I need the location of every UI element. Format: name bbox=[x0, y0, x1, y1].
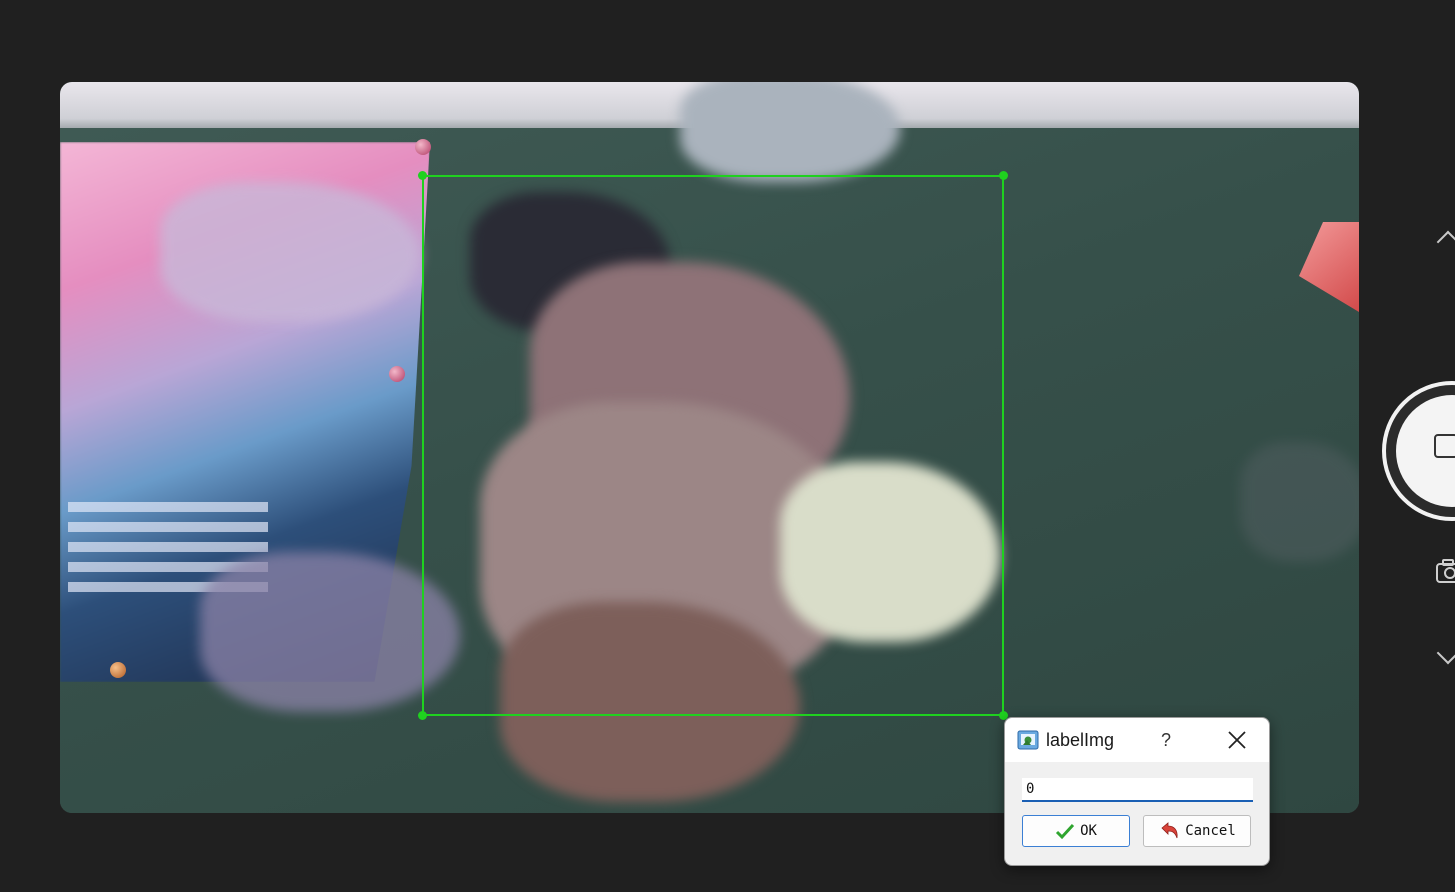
app-window: labelImg ? OK Cancel bbox=[0, 0, 1455, 892]
chevron-down-icon[interactable] bbox=[1436, 641, 1455, 665]
dialog-title: labelImg bbox=[1046, 730, 1115, 750]
dialog-titlebar: labelImg ? bbox=[1005, 718, 1269, 762]
label-input[interactable] bbox=[1022, 778, 1253, 802]
ok-button[interactable]: OK bbox=[1022, 815, 1130, 847]
cancel-button[interactable]: Cancel bbox=[1143, 815, 1251, 847]
bbox-handle-top-right[interactable] bbox=[999, 171, 1008, 180]
pin bbox=[110, 662, 126, 678]
undo-arrow-icon bbox=[1161, 822, 1178, 839]
blur-blob bbox=[200, 552, 460, 712]
bounding-box[interactable] bbox=[418, 171, 1008, 720]
pin bbox=[415, 139, 431, 155]
blur-blob bbox=[680, 82, 900, 182]
pin bbox=[389, 366, 405, 382]
blur-blob bbox=[1240, 442, 1359, 562]
blur-blob bbox=[160, 182, 420, 322]
ok-label: OK bbox=[1080, 823, 1097, 839]
cancel-label: Cancel bbox=[1185, 823, 1236, 839]
help-button[interactable]: ? bbox=[1153, 726, 1179, 754]
camera-icon[interactable] bbox=[1436, 558, 1455, 584]
close-icon bbox=[1228, 731, 1246, 749]
bbox-handle-bottom-left[interactable] bbox=[418, 711, 427, 720]
close-button[interactable] bbox=[1221, 726, 1251, 754]
chevron-up-icon[interactable] bbox=[1436, 230, 1455, 254]
bbox-handle-top-left[interactable] bbox=[418, 171, 427, 180]
label-dialog: labelImg ? OK Cancel bbox=[1004, 717, 1270, 866]
video-mode-icon[interactable] bbox=[1434, 434, 1455, 458]
help-icon: ? bbox=[1160, 730, 1171, 750]
checkmark-icon bbox=[1056, 823, 1075, 840]
labelimg-app-icon bbox=[1017, 730, 1039, 750]
